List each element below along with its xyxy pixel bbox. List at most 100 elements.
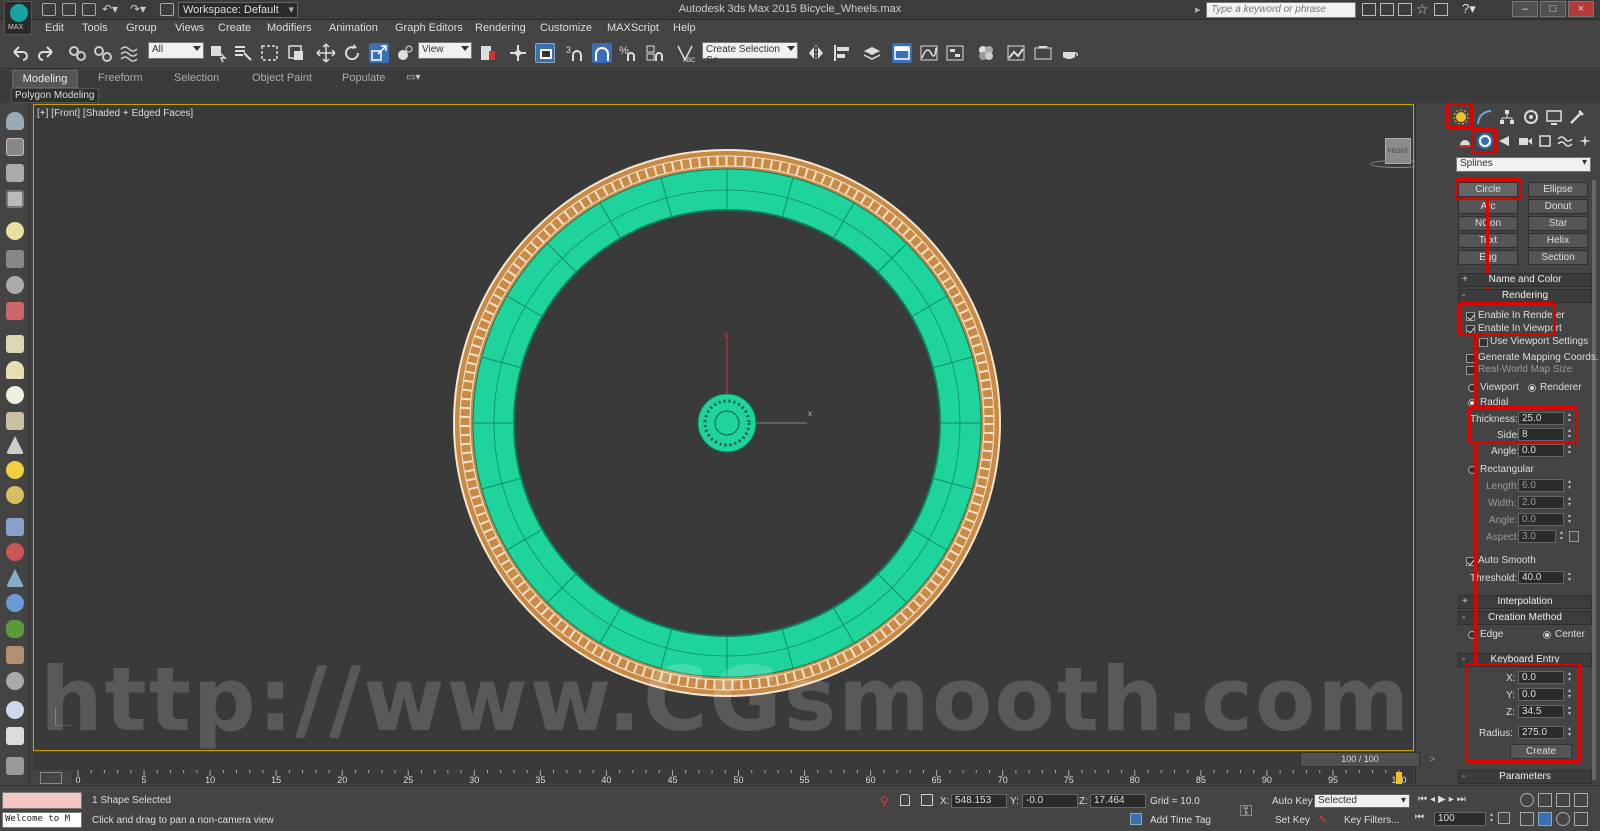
key-mode-icon[interactable]: ∿ <box>1318 812 1328 826</box>
coord-z-field[interactable]: 17.464 <box>1090 794 1146 808</box>
select-by-name-icon[interactable] <box>233 43 253 63</box>
box-primitive-icon[interactable] <box>6 335 24 353</box>
snaps-toggle-icon[interactable]: 3 <box>565 43 585 63</box>
subscription-icon[interactable] <box>1380 3 1394 16</box>
width-field[interactable]: 2.0 <box>1518 496 1564 509</box>
utilities-tab-icon[interactable] <box>1568 108 1586 126</box>
renderer-radio[interactable] <box>1528 384 1536 392</box>
systems-icon[interactable] <box>1577 133 1593 149</box>
rectangular-selection-icon[interactable] <box>260 43 280 63</box>
tab-populate[interactable]: Populate <box>328 72 399 84</box>
project-folder-icon[interactable] <box>160 3 174 16</box>
maxscript-output[interactable]: Welcome to M <box>2 812 82 828</box>
width-spinner[interactable]: ▴ ▾ <box>1566 496 1573 509</box>
curve-editor-icon[interactable] <box>919 43 939 63</box>
calculator-icon[interactable] <box>6 727 24 745</box>
pivot-center-icon[interactable] <box>478 43 498 63</box>
polygon-modeling-panel[interactable]: Polygon Modeling <box>11 88 99 103</box>
maxscript-listener-input[interactable] <box>2 792 82 809</box>
light-icon[interactable] <box>6 222 24 240</box>
select-and-place-icon[interactable] <box>395 43 415 63</box>
angle-snap-icon[interactable] <box>592 43 612 63</box>
redo-quick-icon[interactable]: ↷▾ <box>130 2 146 16</box>
playback-controls[interactable]: ⏮◂▶▸⏭ <box>1418 794 1469 805</box>
rect-angle-spinner[interactable]: ▴ ▾ <box>1566 513 1573 526</box>
undo-icon[interactable] <box>10 43 30 63</box>
lights-icon[interactable] <box>1497 133 1513 149</box>
maximize-viewport-icon[interactable] <box>1574 812 1588 826</box>
paint-icon[interactable] <box>6 518 24 536</box>
donut-button[interactable]: Donut <box>1528 199 1588 214</box>
menu-maxscript[interactable]: MAXScript <box>607 22 659 34</box>
expand-search-icon[interactable]: ▸ <box>1195 3 1201 16</box>
material-editor-icon[interactable] <box>976 43 996 63</box>
space-warps-icon[interactable] <box>1557 133 1573 149</box>
particle-icon[interactable] <box>6 543 24 561</box>
plane-icon[interactable] <box>6 138 24 156</box>
redo-icon[interactable] <box>36 43 56 63</box>
menu-help[interactable]: Help <box>673 22 696 34</box>
help-icon[interactable]: ?▾ <box>1462 1 1476 17</box>
menu-edit[interactable]: Edit <box>45 22 64 34</box>
undo-quick-icon[interactable]: ↶▾ <box>102 2 118 16</box>
ellipse-button[interactable]: Ellipse <box>1528 182 1588 197</box>
mirror-icon[interactable] <box>806 43 826 63</box>
isolate-selection-icon[interactable]: ⚲ <box>880 794 889 808</box>
open-file-icon[interactable] <box>62 3 76 16</box>
new-file-icon[interactable] <box>42 3 56 16</box>
search-input[interactable]: Type a keyword or phrase <box>1206 2 1356 18</box>
schematic-view-icon[interactable] <box>945 43 965 63</box>
menu-customize[interactable]: Customize <box>540 22 592 34</box>
zoom-all-icon[interactable] <box>1538 793 1552 807</box>
unlink-icon[interactable] <box>93 43 113 63</box>
section-button[interactable]: Section <box>1528 250 1588 265</box>
menu-modifiers[interactable]: Modifiers <box>267 22 312 34</box>
add-time-tag[interactable]: Add Time Tag <box>1150 815 1211 826</box>
spacewarp-icon[interactable] <box>6 302 24 320</box>
tab-modeling[interactable]: Modeling <box>12 70 78 88</box>
foliage-icon[interactable] <box>6 620 24 638</box>
pan-view-icon[interactable] <box>1538 812 1552 826</box>
current-frame-spinner[interactable]: ▴ ▾ <box>1488 812 1495 825</box>
select-and-move-icon[interactable] <box>316 43 336 63</box>
use-viewport-settings-checkbox[interactable] <box>1479 338 1488 347</box>
angle-spinner[interactable]: ▴ ▾ <box>1566 444 1573 457</box>
set-key-button[interactable]: Set Key <box>1275 815 1310 826</box>
helpers-icon[interactable] <box>1537 133 1553 149</box>
keyboard-shortcut-override-icon[interactable] <box>535 43 555 63</box>
center-radio[interactable] <box>1543 631 1551 639</box>
select-and-rotate-icon[interactable] <box>342 43 362 63</box>
globe-icon[interactable] <box>6 594 24 612</box>
rendering-rollout[interactable]: - Rendering <box>1458 289 1592 303</box>
length-field[interactable]: 6.0 <box>1518 479 1564 492</box>
coord-x-field[interactable]: 548.153 <box>951 794 1007 808</box>
auto-key-button[interactable]: Auto Key <box>1272 796 1313 807</box>
helper-icon[interactable] <box>6 276 24 294</box>
hierarchy-tab-icon[interactable] <box>1498 108 1516 126</box>
bind-space-warp-icon[interactable] <box>119 43 139 63</box>
workspace-dropdown[interactable]: Workspace: Default ▾ <box>178 2 298 18</box>
aspect-spinner[interactable]: ▴ ▾ <box>1558 530 1565 543</box>
rendered-frame-window-icon[interactable] <box>1033 43 1053 63</box>
motion-tab-icon[interactable] <box>1522 108 1540 126</box>
interpolation-rollout[interactable]: + Interpolation <box>1458 595 1592 609</box>
modify-tab-icon[interactable] <box>1475 108 1493 126</box>
sun-icon[interactable] <box>6 461 24 479</box>
zoom-icon[interactable] <box>1520 793 1534 807</box>
key-icon[interactable]: ⚿ <box>1240 803 1252 821</box>
selected-dropdown[interactable]: Selected ▾ <box>1314 794 1410 808</box>
menu-tools[interactable]: Tools <box>82 22 108 34</box>
camera-icon[interactable] <box>6 250 24 268</box>
name-and-color-rollout[interactable]: + Name and Color <box>1458 273 1592 287</box>
minimize-button[interactable]: – <box>1512 1 1538 17</box>
selection-filter-dropdown[interactable]: All <box>148 42 204 59</box>
spinner-snap-icon[interactable] <box>645 43 665 63</box>
threshold-field[interactable]: 40.0 <box>1518 571 1564 584</box>
time-marker[interactable] <box>1396 772 1402 784</box>
select-object-icon[interactable] <box>208 43 228 63</box>
window-crossing-icon[interactable] <box>286 43 306 63</box>
menu-graph-editors[interactable]: Graph Editors <box>395 22 463 34</box>
biped-icon[interactable] <box>6 646 24 664</box>
render-setup-icon[interactable] <box>1006 43 1026 63</box>
menu-create[interactable]: Create <box>218 22 251 34</box>
